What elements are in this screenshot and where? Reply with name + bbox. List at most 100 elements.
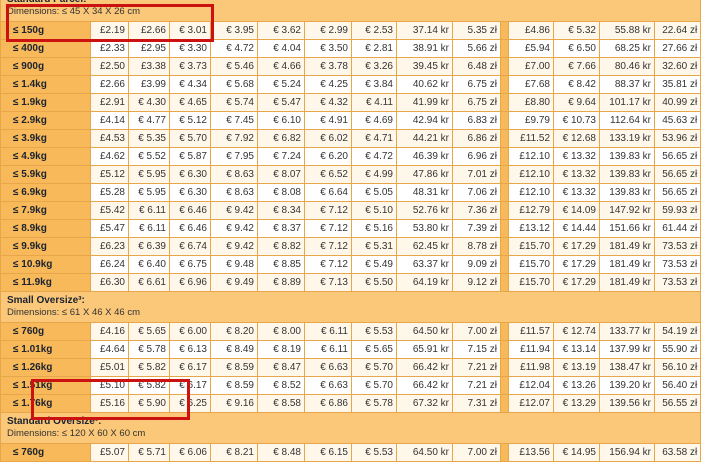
- fee-cell: 63.58 zł: [653, 443, 702, 462]
- column-divider: [500, 376, 509, 395]
- fee-cell: € 2.99: [304, 21, 352, 40]
- fee-cell: 139.56 kr: [599, 394, 655, 413]
- fee-cell: £12.10: [508, 183, 554, 202]
- fee-cell: € 6.61: [128, 273, 170, 292]
- fee-cell: € 4.77: [128, 111, 170, 130]
- section-dimensions: Dimensions: ≤ 61 X 46 X 46 cm: [7, 307, 140, 318]
- fee-cell: 8.78 zł: [452, 237, 501, 256]
- highlight-standard-parcel: [6, 4, 214, 42]
- fee-cell: € 8.59: [210, 358, 258, 377]
- fee-cell: € 8.59: [210, 376, 258, 395]
- fee-cell: 133.77 kr: [599, 322, 655, 341]
- fee-cell: € 9.42: [210, 237, 258, 256]
- fee-cell: £4.14: [90, 111, 129, 130]
- fee-cell: 64.50 kr: [396, 443, 453, 462]
- fee-cell: £4.62: [90, 147, 129, 166]
- fee-cell: € 3.95: [210, 21, 258, 40]
- fee-cell: € 4.34: [169, 75, 211, 94]
- weight-cell: ≤ 760g: [0, 322, 91, 341]
- fee-cell: £5.01: [90, 358, 129, 377]
- fee-cell: € 6.11: [304, 340, 352, 359]
- fee-cell: € 5.35: [128, 129, 170, 148]
- fee-cell: € 4.91: [304, 111, 352, 130]
- fee-cell: € 14.09: [553, 201, 600, 220]
- fee-cell: 139.83 kr: [599, 147, 655, 166]
- column-divider: [500, 93, 509, 112]
- fee-cell: € 13.32: [553, 183, 600, 202]
- fee-cell: € 5.95: [128, 165, 170, 184]
- fee-cell: € 7.12: [304, 201, 352, 220]
- fee-cell: 56.10 zł: [653, 358, 702, 377]
- weight-cell: ≤ 1.9kg: [0, 93, 91, 112]
- fee-cell: € 9.16: [210, 394, 258, 413]
- fee-cell: 9.09 zł: [452, 255, 501, 274]
- column-divider: [500, 273, 509, 292]
- fee-cell: £12.04: [508, 376, 554, 395]
- fee-cell: € 7.24: [257, 147, 305, 166]
- fee-cell: 35.81 zł: [653, 75, 702, 94]
- fee-cell: € 8.37: [257, 219, 305, 238]
- fee-cell: € 5.74: [210, 93, 258, 112]
- column-divider: [500, 358, 509, 377]
- column-divider: [500, 57, 509, 76]
- fee-cell: € 5.05: [351, 183, 397, 202]
- fee-cell: 67.32 kr: [396, 394, 453, 413]
- fee-cell: 112.64 kr: [599, 111, 655, 130]
- table-row: ≤ 2.9kg £4.14 € 4.77 € 5.12 € 7.45 € 6.10 € 4.…: [0, 111, 702, 130]
- fee-cell: € 13.19: [553, 358, 600, 377]
- fee-cell: € 10.73: [553, 111, 600, 130]
- fee-cell: £9.79: [508, 111, 554, 130]
- fee-cell: € 6.17: [169, 358, 211, 377]
- fee-cell: € 5.53: [351, 322, 397, 341]
- fee-cell: € 3.30: [169, 39, 211, 58]
- table-row: ≤ 1.4kg £2.66 £3.99 € 4.34 € 5.68 € 5.24 € 4.2…: [0, 75, 702, 94]
- section-header-cell: Small Oversize³: Dimensions: ≤ 61 X 46 X …: [0, 291, 702, 323]
- fee-cell: € 4.32: [304, 93, 352, 112]
- fee-cell: € 6.46: [169, 201, 211, 220]
- fee-cell: 64.50 kr: [396, 322, 453, 341]
- table-row: ≤ 1.9kg £2.91 € 4.30 € 4.65 € 5.74 € 5.47 € 4.…: [0, 93, 702, 112]
- fee-cell: 22.64 zł: [653, 21, 702, 40]
- table-row: ≤ 10.9kg £6.24 € 6.40 € 6.75 € 9.48 € 8.85 € 7…: [0, 255, 702, 274]
- fee-cell: € 8.08: [257, 183, 305, 202]
- fee-cell: € 5.82: [128, 358, 170, 377]
- fee-cell: £3.99: [128, 75, 170, 94]
- fee-cell: € 6.11: [128, 219, 170, 238]
- section-title: Small Oversize³:: [7, 295, 85, 306]
- fee-cell: 65.91 kr: [396, 340, 453, 359]
- fee-cell: £12.10: [508, 147, 554, 166]
- highlight-standard-oversize: [31, 379, 190, 420]
- fee-cell: £12.10: [508, 165, 554, 184]
- table-row: ≤ 760g £5.07 € 5.71 € 6.06 € 8.21 € 8.48 € 6.1…: [0, 443, 702, 462]
- fee-cell: 39.45 kr: [396, 57, 453, 76]
- fee-cell: € 9.64: [553, 93, 600, 112]
- fee-cell: 7.31 zł: [452, 394, 501, 413]
- fee-cell: £7.00: [508, 57, 554, 76]
- fee-cell: 101.17 kr: [599, 93, 655, 112]
- fee-cell: € 5.31: [351, 237, 397, 256]
- fee-cell: € 6.52: [304, 165, 352, 184]
- fee-cell: € 5.10: [351, 201, 397, 220]
- fee-cell: € 5.47: [257, 93, 305, 112]
- weight-cell: ≤ 1.26kg: [0, 358, 91, 377]
- fee-cell: € 6.00: [169, 322, 211, 341]
- table-row: ≤ 760g £4.16 € 5.65 € 6.00 € 8.20 € 8.00 € 6.1…: [0, 322, 702, 341]
- column-divider: [500, 237, 509, 256]
- column-divider: [500, 340, 509, 359]
- fee-cell: 7.15 zł: [452, 340, 501, 359]
- fee-cell: 88.37 kr: [599, 75, 655, 94]
- fee-cell: £2.66: [90, 75, 129, 94]
- fee-cell: € 17.29: [553, 273, 600, 292]
- fee-cell: £5.42: [90, 201, 129, 220]
- fee-cell: 5.66 zł: [452, 39, 501, 58]
- table-row: ≤ 900g £2.50 £3.38 € 3.73 € 5.46 € 4.66 € 3.78…: [0, 57, 702, 76]
- fee-cell: € 5.65: [128, 322, 170, 341]
- weight-cell: ≤ 6.9kg: [0, 183, 91, 202]
- weight-cell: ≤ 5.9kg: [0, 165, 91, 184]
- fee-cell: € 8.63: [210, 165, 258, 184]
- fee-cell: € 8.85: [257, 255, 305, 274]
- weight-cell: ≤ 10.9kg: [0, 255, 91, 274]
- fee-cell: € 8.89: [257, 273, 305, 292]
- column-divider: [500, 111, 509, 130]
- fee-cell: £5.94: [508, 39, 554, 58]
